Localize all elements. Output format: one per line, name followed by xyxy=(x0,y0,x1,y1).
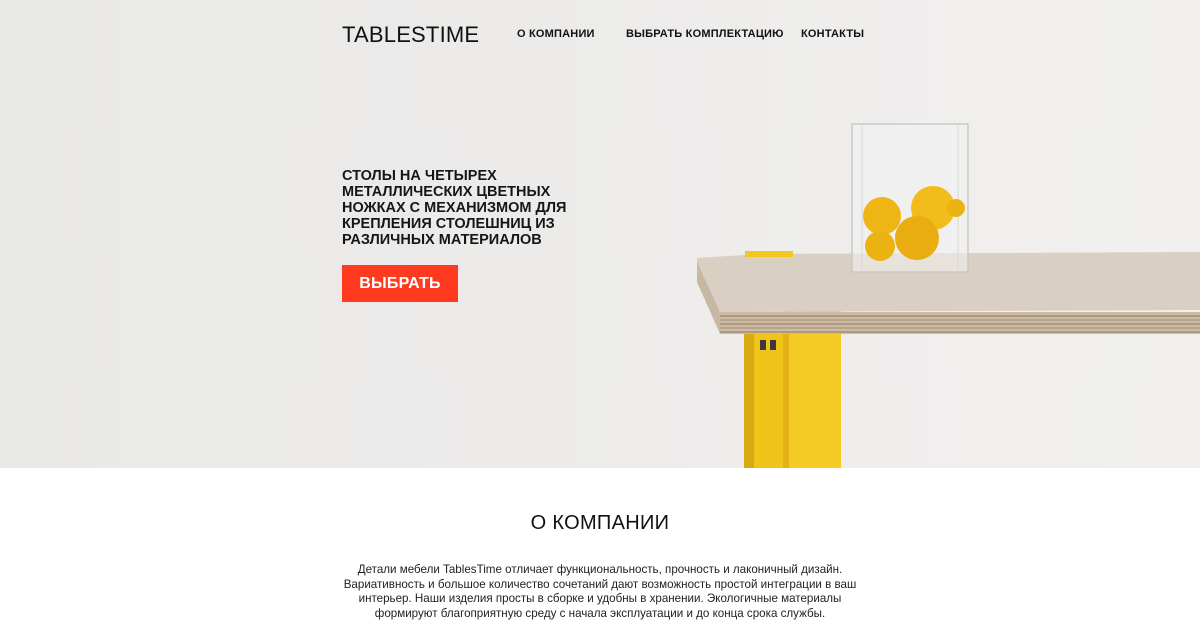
glass-vase xyxy=(851,123,969,273)
top-navigation: TABLESTIME О КОМПАНИИ ВЫБРАТЬ КОМПЛЕКТАЦ… xyxy=(342,20,864,52)
hero-section: TABLESTIME О КОМПАНИИ ВЫБРАТЬ КОМПЛЕКТАЦ… xyxy=(0,0,1200,468)
hero-headline: СТОЛЫ НА ЧЕТЫРЕХ МЕТАЛЛИЧЕСКИХ ЦВЕТНЫХ Н… xyxy=(342,168,567,248)
nav-item-configure[interactable]: ВЫБРАТЬ КОМПЛЕКТАЦИЮ xyxy=(626,28,784,40)
choose-button[interactable]: ВЫБРАТЬ xyxy=(342,265,458,302)
about-section-text: Детали мебели TablesTime отличает функци… xyxy=(343,563,857,620)
about-section-title: О КОМПАНИИ xyxy=(530,512,670,534)
nav-item-about[interactable]: О КОМПАНИИ xyxy=(517,28,595,40)
site-logo[interactable]: TABLESTIME xyxy=(342,22,479,48)
hero-image xyxy=(697,123,1200,468)
nav-item-contacts[interactable]: КОНТАКТЫ xyxy=(801,28,864,40)
